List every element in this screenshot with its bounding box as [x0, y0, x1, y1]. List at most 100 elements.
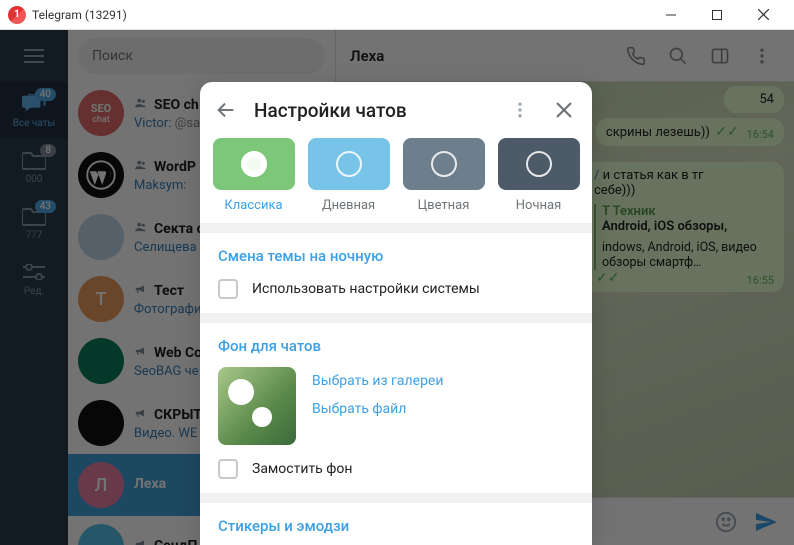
avatar — [78, 400, 124, 446]
avatar — [78, 152, 124, 198]
message-bubble[interactable]: 54 — [724, 86, 784, 113]
checkbox-icon — [218, 459, 238, 479]
read-checks-icon: ✓✓ — [596, 270, 619, 286]
link-preview-desc: indows, Android, iOS, видео — [602, 240, 774, 255]
badge: 40 — [35, 88, 56, 101]
folder-rail: 40 Все чаты 8 000 43 777 Ред. — [0, 30, 68, 545]
theme-option[interactable]: Классика — [213, 138, 295, 213]
link-preview-desc2: обзоры смартф… — [602, 255, 774, 270]
checkbox-label: Использовать настройки системы — [252, 281, 480, 297]
link-preview-title: Т Техник — [602, 204, 774, 219]
modal-title: Настройки чатов — [254, 99, 494, 122]
back-button[interactable] — [206, 90, 246, 130]
emoji-button[interactable] — [710, 506, 742, 538]
section-title: Смена темы на ночную — [218, 247, 574, 265]
folder-777[interactable]: 43 777 — [0, 194, 68, 250]
folder-icon: 8 — [22, 148, 46, 172]
folder-label: 000 — [26, 174, 43, 185]
night-mode-section: Смена темы на ночную Использовать настро… — [200, 233, 592, 313]
megaphone-icon — [134, 344, 148, 362]
stickers-section: Стикеры и эмодзи — [200, 503, 592, 535]
choose-file-link[interactable]: Выбрать файл — [312, 401, 443, 417]
message-text: скрины лезешь)) — [606, 125, 710, 140]
group-icon — [134, 220, 148, 238]
read-checks-icon: ✓✓ — [715, 124, 738, 140]
folder-label: Ред. — [24, 286, 44, 297]
message-time: 16:55 — [747, 274, 774, 287]
choose-from-gallery-link[interactable]: Выбрать из галереи — [312, 373, 443, 389]
group-icon — [134, 158, 148, 176]
wallpaper-section: Фон для чатов Выбрать из галереи Выбрать… — [200, 323, 592, 493]
group-icon — [134, 96, 148, 114]
folder-label: Все чаты — [13, 118, 56, 129]
close-button[interactable] — [740, 0, 786, 30]
avatar: SEOchat — [78, 90, 124, 136]
window-title: Telegram (13291) — [32, 8, 648, 22]
badge: 43 — [35, 200, 56, 213]
send-button[interactable] — [750, 506, 782, 538]
more-button[interactable] — [744, 38, 780, 74]
chat-title-text: Web Co — [154, 345, 202, 361]
sliders-icon — [22, 260, 46, 284]
theme-option[interactable]: Цветная — [403, 138, 485, 213]
main-menu-button[interactable] — [0, 30, 68, 82]
search-input[interactable] — [78, 38, 325, 74]
avatar — [78, 338, 124, 384]
chat-settings-modal: Настройки чатов Классика Дневная Цветная Но… — [200, 82, 592, 545]
checkbox-label: Замостить фон — [252, 461, 352, 477]
theme-option[interactable]: Дневная — [308, 138, 390, 213]
megaphone-icon — [134, 282, 148, 300]
theme-label: Классика — [224, 198, 282, 213]
minimize-button[interactable] — [648, 0, 694, 30]
avatar — [78, 524, 124, 545]
chat-title-text: WordP — [154, 159, 196, 175]
badge: 8 — [40, 144, 56, 157]
chat-bubble-icon: 40 — [22, 92, 46, 116]
call-button[interactable] — [618, 38, 654, 74]
chat-title-text: Секта с — [154, 221, 204, 237]
chat-header-name[interactable]: Леха — [350, 47, 612, 65]
megaphone-icon — [134, 406, 148, 424]
theme-swatch — [498, 138, 580, 190]
chat-title-text: СендП — [154, 538, 197, 545]
search-in-chat-button[interactable] — [660, 38, 696, 74]
modal-close-button[interactable] — [546, 92, 582, 128]
theme-label: Ночная — [516, 198, 561, 213]
chat-title-text: SEO ch — [154, 97, 199, 113]
wallpaper-preview[interactable] — [218, 367, 296, 445]
chat-title-text: Леха — [134, 476, 166, 492]
link-preview-subtitle: Android, iOS обзоры, — [602, 219, 774, 234]
sidebar-toggle-button[interactable] — [702, 38, 738, 74]
app-icon — [8, 6, 26, 24]
modal-more-button[interactable] — [502, 92, 538, 128]
theme-label: Цветная — [418, 198, 470, 213]
message-bubble[interactable]: / и статья как в тг себе))) Т Техник And… — [584, 162, 784, 292]
message-text: и статья как в тг — [599, 168, 703, 183]
maximize-button[interactable] — [694, 0, 740, 30]
section-title: Стикеры и эмодзи — [218, 517, 574, 535]
theme-label: Дневная — [322, 198, 375, 213]
message-text: себе))) — [594, 183, 635, 198]
chat-title-text: СКРЫТ — [154, 407, 202, 423]
chat-header: Леха — [336, 30, 794, 82]
folder-icon: 43 — [22, 204, 46, 228]
message-time: 16:54 — [747, 128, 774, 141]
section-title: Фон для чатов — [218, 337, 574, 355]
folder-000[interactable]: 8 000 — [0, 138, 68, 194]
theme-swatch — [403, 138, 485, 190]
avatar: Л — [78, 462, 124, 508]
use-system-theme-checkbox[interactable]: Использовать настройки системы — [218, 279, 574, 299]
theme-swatch — [213, 138, 295, 190]
megaphone-icon — [134, 537, 148, 545]
folder-all-chats[interactable]: 40 Все чаты — [0, 82, 68, 138]
message-bubble[interactable]: скрины лезешь)) 16:54 ✓✓ — [596, 118, 784, 146]
avatar: Т — [78, 276, 124, 322]
avatar — [78, 214, 124, 260]
folder-label: 777 — [26, 230, 43, 241]
checkbox-icon — [218, 279, 238, 299]
message-text: 54 — [759, 92, 774, 107]
theme-option[interactable]: Ночная — [498, 138, 580, 213]
theme-swatch — [308, 138, 390, 190]
tile-background-checkbox[interactable]: Замостить фон — [218, 459, 574, 479]
folder-edit[interactable]: Ред. — [0, 250, 68, 306]
